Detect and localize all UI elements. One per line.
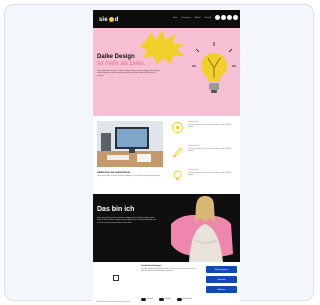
about-decoration: [171, 196, 233, 262]
feature-text: Lorem ipsum dolor sit amet, consetetur s…: [188, 173, 232, 177]
about-title: Das bin ich: [97, 206, 135, 213]
instagram-icon[interactable]: [221, 15, 226, 20]
cookie-toggles: Essenziell Statistiken Externe Medien: [141, 298, 192, 301]
toggle-switch[interactable]: [141, 298, 146, 301]
about-section: Das bin ich Lorem ipsum dolor sit amet, …: [93, 194, 240, 262]
feature-webdesign: Webdesign Lorem ipsum dolor sit amet, co…: [172, 120, 236, 140]
main-nav: Start Leistungen Ablauf Kontakt: [173, 17, 212, 19]
website-preview: sie d Start Leistungen Ablauf Kontakt Da…: [93, 10, 240, 305]
toggle-essential[interactable]: Essenziell: [141, 298, 153, 301]
cookie-banner: Cookie-Einstellungen Wir nutzen Cookies …: [93, 262, 240, 305]
nav-item-ablauf[interactable]: Ablauf: [195, 17, 201, 19]
lightbulb-icon: [192, 42, 236, 93]
services-caption: WEBDESIGN UND GRAFIKDESIGN: [97, 172, 131, 174]
lightbulb-outline-icon: [173, 170, 182, 180]
toggle-label: Essenziell: [147, 298, 153, 300]
sun-burst-icon: [139, 30, 185, 64]
hero-title: Daike Design: [97, 54, 135, 60]
site-logo[interactable]: sie d: [99, 14, 118, 25]
mail-icon[interactable]: [233, 15, 238, 20]
toggle-label: Externe Medien: [182, 298, 192, 300]
accept-all-button[interactable]: Alle akzeptieren: [206, 266, 237, 273]
toggle-switch[interactable]: [176, 298, 182, 301]
feature-konzeption: Konzeption Lorem ipsum dolor sit amet, c…: [172, 168, 236, 188]
cookie-logo-icon: [113, 275, 119, 281]
linkedin-icon[interactable]: [227, 15, 232, 20]
pen-icon: [173, 147, 183, 157]
feature-title: Konzeption: [188, 169, 199, 171]
save-button[interactable]: Speichern: [206, 276, 237, 283]
feature-text: Lorem ipsum dolor sit amet, consetetur s…: [188, 125, 232, 129]
logo-mark: d: [114, 16, 119, 23]
services-caption-text: Lorem ipsum dolor sit amet, consetetur s…: [97, 176, 160, 177]
cookie-footer-links[interactable]: Cookie-Einstellungen · Datenschutzerklär…: [93, 302, 130, 303]
hero-body-text: Lorem ipsum dolor sit amet, consetetur s…: [97, 71, 160, 77]
hero-subtitle: so mehr als Deko.: [97, 61, 146, 67]
social-links: [215, 15, 238, 20]
feature-grafikdesign: Grafikdesign Lorem ipsum dolor sit amet,…: [172, 144, 236, 164]
eye-icon: [172, 122, 183, 133]
feature-title: Webdesign: [188, 121, 199, 123]
workspace-photo: [97, 121, 163, 167]
feature-title: Grafikdesign: [188, 145, 201, 147]
reject-button[interactable]: Ablehnen: [206, 286, 237, 293]
nav-item-kontakt[interactable]: Kontakt: [205, 17, 212, 19]
toggle-switch[interactable]: [158, 298, 164, 301]
toggle-statistics[interactable]: Statistiken: [158, 298, 171, 301]
site-header: sie d Start Leistungen Ablauf Kontakt: [93, 10, 240, 28]
cookie-text: Wir nutzen Cookies auf unserer Website. …: [141, 269, 196, 272]
nav-item-start[interactable]: Start: [173, 17, 177, 19]
toggle-external-media[interactable]: Externe Medien: [176, 298, 192, 301]
cookie-title: Cookie-Einstellungen: [141, 265, 162, 267]
hero-section: Daike Design so mehr als Deko. Lorem ips…: [93, 28, 240, 116]
services-section: WEBDESIGN UND GRAFIKDESIGN Lorem ipsum d…: [93, 116, 240, 194]
about-text: Lorem ipsum dolor sit amet, consetetur s…: [97, 218, 157, 224]
workspace-illustration: [97, 121, 163, 167]
logo-text: sie: [99, 16, 108, 23]
nav-item-leistungen[interactable]: Leistungen: [181, 17, 191, 19]
facebook-icon[interactable]: [215, 15, 220, 20]
logo-dot-icon: [108, 17, 114, 22]
toggle-label: Statistiken: [164, 298, 171, 300]
feature-text: Lorem ipsum dolor sit amet, consetetur s…: [188, 149, 232, 153]
